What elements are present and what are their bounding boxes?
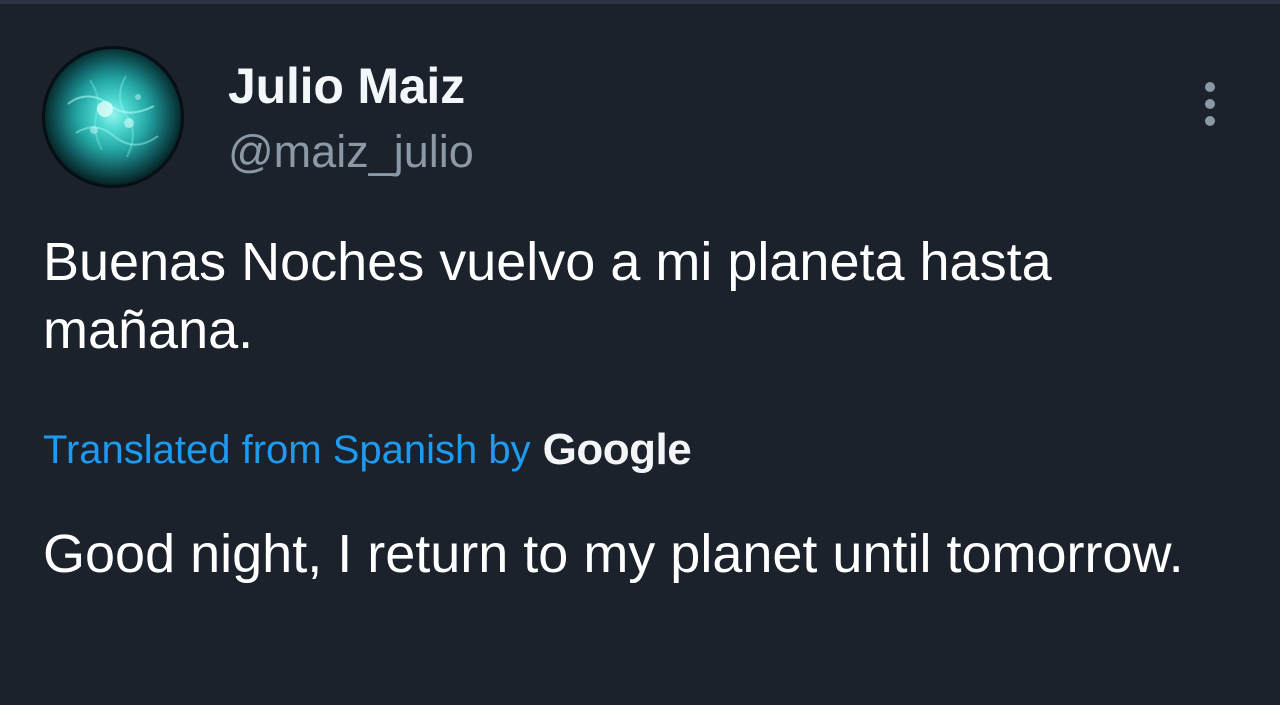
author-block: Julio Maiz @maiz_julio <box>228 58 988 178</box>
teal-sun-avatar-icon <box>42 46 184 188</box>
ellipsis-dot-icon <box>1205 82 1215 92</box>
tweet-card: Julio Maiz @maiz_julio Buenas Noches vue… <box>0 0 1280 705</box>
ellipsis-dot-icon <box>1205 99 1215 109</box>
translated-from-link[interactable]: Translated from Spanish by <box>43 421 531 479</box>
ellipsis-dot-icon <box>1205 116 1215 126</box>
translated-tweet-text: Good night, I return to my planet until … <box>43 524 1184 584</box>
translation-attribution: Translated from Spanish by Google <box>43 420 692 480</box>
more-options-button[interactable] <box>1186 78 1234 130</box>
avatar[interactable] <box>42 46 184 188</box>
author-handle[interactable]: @maiz_julio <box>228 126 988 178</box>
original-tweet-text: Buenas Noches vuelvo a mi planeta hasta … <box>43 232 1052 360</box>
author-name[interactable]: Julio Maiz <box>228 58 988 114</box>
google-logo: Google <box>542 425 692 474</box>
